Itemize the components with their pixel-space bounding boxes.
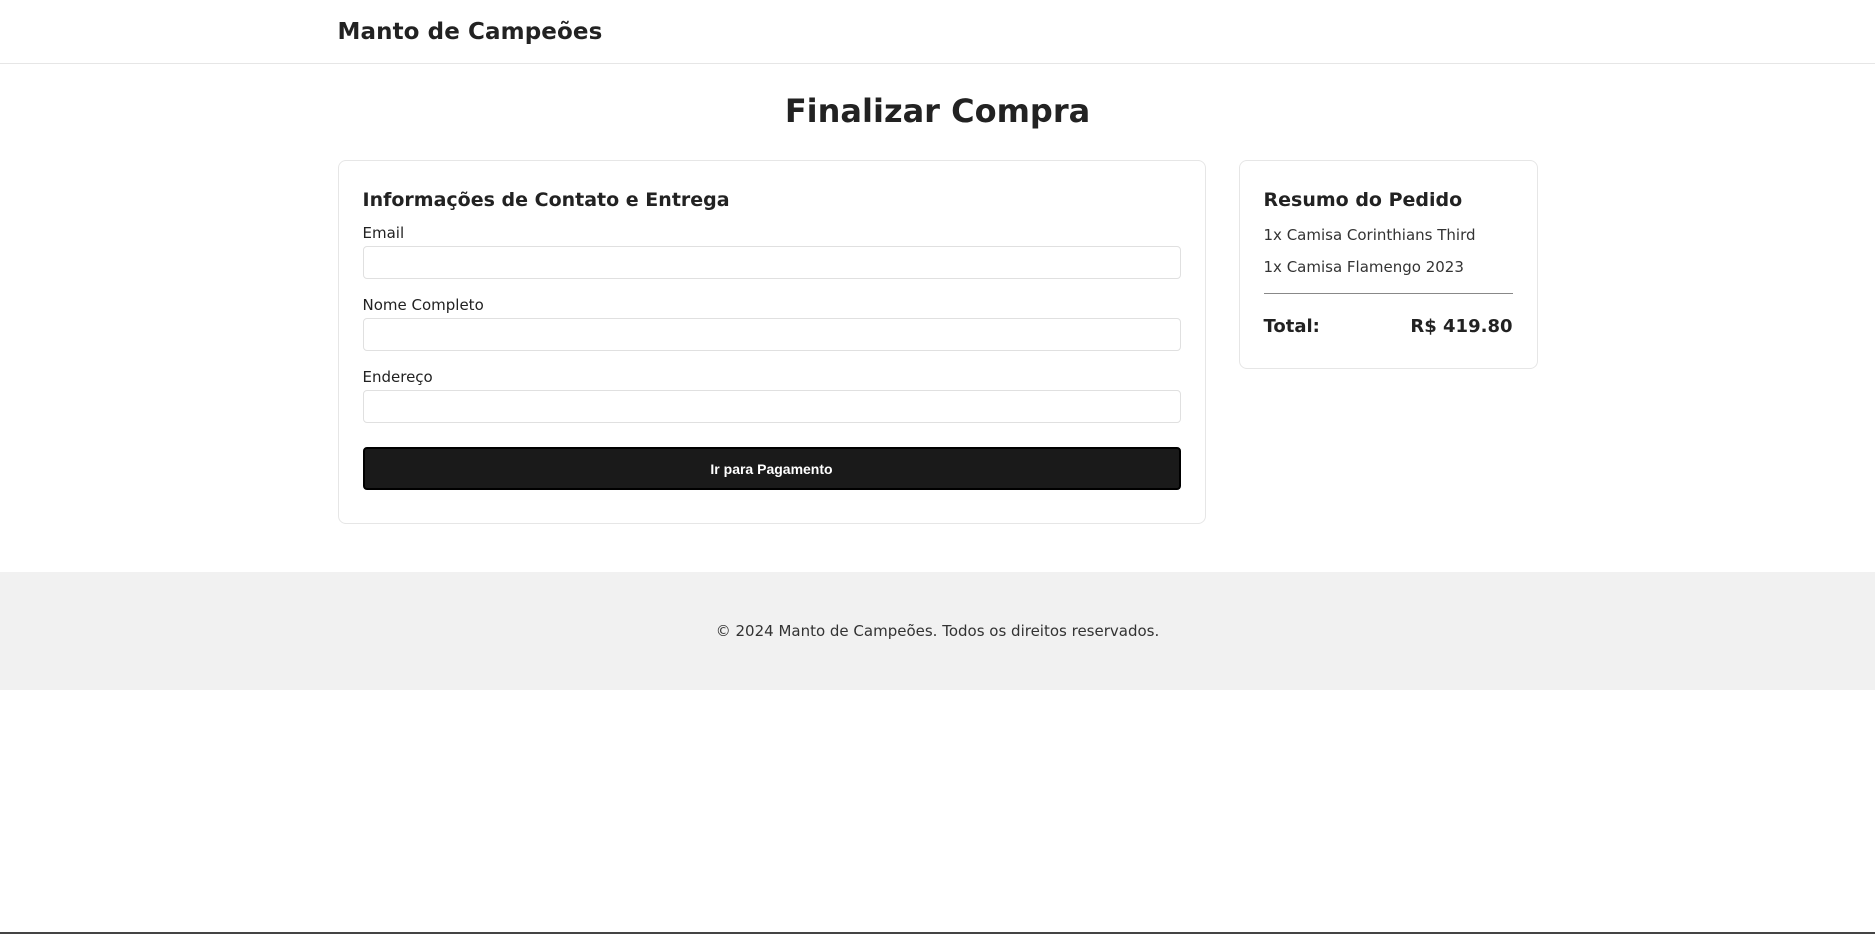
summary-title: Resumo do Pedido	[1263, 189, 1463, 211]
site-header: Manto de Campeões	[0, 0, 1875, 64]
email-field-group: Email	[362, 223, 1181, 279]
form-title: Informações de Contato e Entrega	[362, 189, 730, 211]
full-name-label: Nome Completo	[362, 296, 484, 314]
summary-divider	[1263, 293, 1513, 294]
full-name-field-group: Nome Completo	[362, 295, 1181, 351]
header-inner: Manto de Campeões	[338, 0, 1538, 64]
footer-copyright: © 2024 Manto de Campeões. Todos os direi…	[715, 622, 1160, 640]
contact-delivery-form-card: Informações de Contato e Entrega Email N…	[337, 160, 1206, 524]
checkout-page: Manto de Campeões Finalizar Compra Infor…	[0, 0, 1875, 934]
order-summary-card: Resumo do Pedido 1x Camisa Corinthians T…	[1238, 160, 1538, 369]
main-content: Finalizar Compra Informações de Contato …	[337, 89, 1538, 524]
email-label: Email	[362, 224, 405, 242]
address-label: Endereço	[362, 368, 433, 386]
summary-total-row: Total: R$ 419.80	[1264, 314, 1513, 338]
checkout-layout: Informações de Contato e Entrega Email N…	[337, 160, 1538, 524]
page-title: Finalizar Compra	[784, 92, 1091, 130]
summary-item: 1x Camisa Flamengo 2023	[1263, 258, 1464, 276]
email-input[interactable]	[362, 246, 1181, 279]
brand-logo-link[interactable]: Manto de Campeões	[338, 19, 603, 45]
address-field-group: Endereço	[362, 367, 1181, 423]
full-name-input[interactable]	[362, 318, 1181, 351]
total-value: R$ 419.80	[1410, 315, 1513, 337]
site-footer: © 2024 Manto de Campeões. Todos os direi…	[0, 572, 1875, 690]
total-label: Total:	[1263, 315, 1320, 337]
summary-item: 1x Camisa Corinthians Third	[1263, 226, 1476, 244]
address-input[interactable]	[362, 390, 1181, 423]
go-to-payment-button[interactable]: Ir para Pagamento	[362, 447, 1181, 490]
